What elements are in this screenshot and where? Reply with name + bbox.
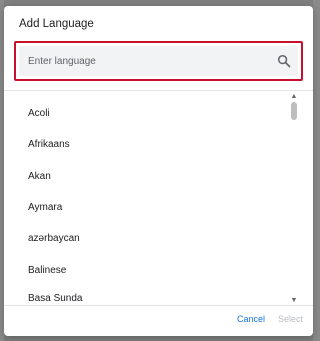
list-scrollbar[interactable]: ▲ ▼ — [289, 93, 299, 305]
search-field[interactable] — [19, 46, 298, 76]
language-item[interactable]: Aymara — [28, 202, 62, 214]
language-item[interactable]: Balinese — [28, 265, 66, 277]
dialog-title: Add Language — [19, 18, 94, 30]
language-item[interactable]: Basa Sunda — [28, 293, 83, 304]
language-item[interactable]: Afrikaans — [28, 139, 70, 151]
search-icon[interactable] — [277, 54, 291, 68]
scrollbar-thumb[interactable] — [291, 102, 297, 120]
language-item[interactable]: Acoli — [28, 108, 50, 120]
backdrop-right — [313, 0, 320, 341]
language-item[interactable]: Akan — [28, 171, 51, 183]
select-button[interactable]: Select — [278, 314, 303, 324]
scroll-down-icon[interactable]: ▼ — [290, 297, 298, 305]
search-input[interactable] — [28, 46, 258, 76]
add-language-dialog: Add Language Acoli Afrikaans Akan Aymara… — [4, 6, 313, 336]
footer-divider — [4, 305, 313, 306]
search-highlight — [14, 41, 303, 81]
language-list[interactable]: Acoli Afrikaans Akan Aymara azərbaycan B… — [4, 91, 289, 304]
language-item[interactable]: azərbaycan — [28, 233, 80, 245]
scroll-up-icon[interactable]: ▲ — [290, 93, 298, 101]
cancel-button[interactable]: Cancel — [237, 314, 265, 324]
